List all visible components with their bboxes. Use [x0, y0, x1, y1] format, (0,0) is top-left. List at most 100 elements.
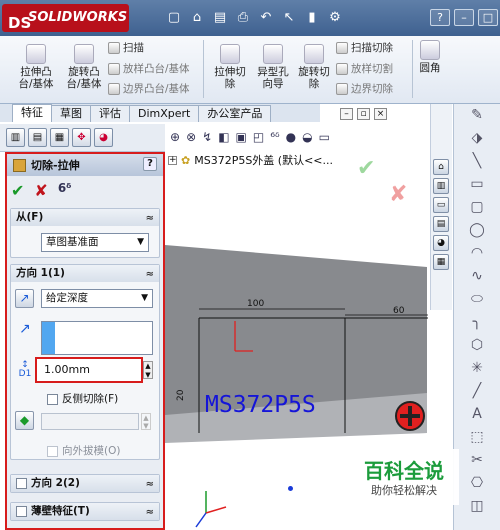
direction-reference-box[interactable]	[41, 321, 153, 355]
new-document-icon[interactable]: ▢	[166, 8, 182, 26]
point-icon[interactable]: ✳	[454, 357, 500, 380]
revolve-cut-button[interactable]: 旋转切 除	[294, 44, 334, 90]
sketch-icon[interactable]: ✎	[454, 104, 500, 127]
thin-feature-group-header[interactable]: 薄壁特征(T) ≈	[11, 503, 159, 520]
flip-side-to-cut-checkbox[interactable]: 反侧切除(F)	[47, 391, 118, 406]
view-palette-icon[interactable]: ▤	[433, 216, 449, 232]
rebuild-icon[interactable]: ▮	[304, 8, 320, 26]
tab-evaluate[interactable]: 评估	[90, 105, 130, 122]
appearance-icon[interactable]: ●	[286, 130, 296, 144]
zoom-area-icon[interactable]: ⊗	[186, 130, 196, 144]
viewport-close-button[interactable]: ×	[374, 108, 387, 120]
dimxpert-tab-icon[interactable]: ✥	[72, 128, 91, 147]
trim-icon[interactable]: ✂	[454, 449, 500, 472]
dimension-60-label[interactable]: 60	[393, 306, 405, 316]
config-manager-tab-icon[interactable]: ▦	[50, 128, 69, 147]
minimize-button[interactable]: –	[454, 9, 474, 26]
cancel-button[interactable]: ✘	[34, 181, 47, 200]
smart-dimension-icon[interactable]: ⬗	[454, 127, 500, 150]
rectangle-icon[interactable]: ▭	[454, 173, 500, 196]
tab-office[interactable]: 办公室产品	[198, 105, 272, 122]
flyout-feature-tree[interactable]: + ✿ MS372P5S外盖 (默认<<...	[168, 152, 333, 168]
offset-icon[interactable]: ◫	[454, 495, 500, 518]
display-manager-tab-icon[interactable]: ◕	[94, 128, 113, 147]
home-icon[interactable]: ⌂	[433, 159, 449, 175]
hide-show-icon[interactable]: ⁶ᵟ	[270, 130, 279, 144]
text-icon[interactable]: A	[454, 403, 500, 426]
fillet-sketch-icon[interactable]: ╮	[454, 311, 500, 334]
draft-spinner[interactable]: ▲ ▼	[141, 413, 151, 430]
ok-button[interactable]: ✔	[11, 181, 24, 200]
ellipse-icon[interactable]: ⬭	[454, 288, 500, 311]
plane-icon[interactable]: ⬚	[454, 426, 500, 449]
confirm-corner-cancel-icon[interactable]: ✘	[389, 182, 407, 207]
draft-icon[interactable]: ◆	[15, 411, 34, 430]
view-orientation-icon[interactable]: ▣	[236, 130, 247, 144]
sweep-button[interactable]: 扫描	[108, 40, 144, 55]
expand-tree-icon[interactable]: +	[168, 155, 177, 165]
direction2-checkbox[interactable]	[16, 477, 27, 489]
help-window-button[interactable]: ?	[430, 9, 450, 26]
boundary-boss-button[interactable]: 边界凸台/基体	[108, 81, 190, 96]
part-model[interactable]: 100 60 20 MS372P5S	[165, 243, 428, 443]
centerline-icon[interactable]: ╱	[454, 380, 500, 403]
boundary-cut-button[interactable]: 边界切除	[336, 81, 393, 96]
extrude-boss-button[interactable]: 拉伸凸 台/基体	[10, 44, 62, 90]
tab-dimxpert[interactable]: DimXpert	[129, 105, 200, 122]
direction1-group-header[interactable]: 方向 1(1) ≈	[11, 265, 159, 282]
confirm-corner-ok-icon[interactable]: ✔	[357, 156, 375, 181]
property-manager-tab-icon[interactable]: ▤	[28, 128, 47, 147]
appearances-icon[interactable]: ◕	[433, 235, 449, 251]
save-icon[interactable]: ▤	[212, 8, 228, 26]
custom-properties-icon[interactable]: ▦	[433, 254, 449, 270]
thin-feature-checkbox[interactable]	[16, 505, 27, 517]
open-icon[interactable]: ⌂	[189, 8, 205, 26]
feature-tree-tab-icon[interactable]: ▥	[6, 128, 25, 147]
sweep-cut-button[interactable]: 扫描切除	[336, 40, 393, 55]
maximize-button[interactable]: □	[478, 9, 498, 26]
reverse-direction-icon[interactable]: ↗	[15, 289, 34, 308]
dimension-100-label[interactable]: 100	[247, 299, 264, 309]
display-style-icon[interactable]: ◰	[253, 130, 264, 144]
circle-icon[interactable]: ◯	[454, 219, 500, 242]
print-icon[interactable]: ⎙	[235, 8, 251, 26]
help-button[interactable]: ?	[143, 157, 157, 171]
draft-outward-checkbox[interactable]: 向外拔模(O)	[47, 443, 120, 458]
hole-wizard-button[interactable]: 异型孔 向导	[252, 44, 294, 90]
start-condition-select[interactable]: 草图基准面 ▼	[41, 233, 149, 252]
spline-icon[interactable]: ∿	[454, 265, 500, 288]
engraved-text-sketch[interactable]: MS372P5S	[205, 392, 316, 418]
line-icon[interactable]: ╲	[454, 150, 500, 173]
depth-spinner[interactable]: ▲ ▼	[143, 361, 153, 379]
extrude-cut-button[interactable]: 拉伸切 除	[207, 44, 253, 90]
scene-icon[interactable]: ◒	[302, 130, 312, 144]
end-condition-select[interactable]: 给定深度 ▼	[41, 289, 153, 308]
loft-cut-button[interactable]: 放样切割	[336, 61, 393, 76]
file-explorer-icon[interactable]: ▭	[433, 197, 449, 213]
dimension-20-label[interactable]: 20	[176, 389, 186, 401]
convert-entities-icon[interactable]: ⎔	[454, 472, 500, 495]
options-icon[interactable]: ⚙	[327, 8, 343, 26]
tab-features[interactable]: 特征	[12, 104, 52, 122]
undo-icon[interactable]: ↶	[258, 8, 274, 26]
viewport-minimize-button[interactable]: –	[340, 108, 353, 120]
select-icon[interactable]: ↖	[281, 8, 297, 26]
detailed-preview-button[interactable]: 6ᵟ	[58, 181, 72, 200]
view-settings-icon[interactable]: ▭	[319, 130, 330, 144]
solidworks-logo[interactable]: DS SOLIDWORKS	[2, 4, 129, 32]
from-group-header[interactable]: 从(F) ≈	[11, 209, 159, 226]
loft-boss-button[interactable]: 放样凸台/基体	[108, 61, 190, 76]
zoom-to-fit-icon[interactable]: ⊕	[170, 130, 180, 144]
viewport-restore-button[interactable]: ▫	[357, 108, 370, 120]
design-library-icon[interactable]: ▥	[433, 178, 449, 194]
fillet-button[interactable]: 圆角	[414, 40, 446, 74]
revolve-boss-button[interactable]: 旋转凸 台/基体	[60, 44, 108, 90]
section-view-icon[interactable]: ◧	[218, 130, 229, 144]
draft-angle-input[interactable]	[41, 413, 139, 430]
direction2-group-header[interactable]: 方向 2(2) ≈	[11, 475, 159, 492]
slot-icon[interactable]: ▢	[454, 196, 500, 219]
arc-icon[interactable]: ◠	[454, 242, 500, 265]
polygon-icon[interactable]: ⬡	[454, 334, 500, 357]
previous-view-icon[interactable]: ↯	[202, 130, 212, 144]
depth-input[interactable]: 1.00mm	[41, 361, 137, 379]
